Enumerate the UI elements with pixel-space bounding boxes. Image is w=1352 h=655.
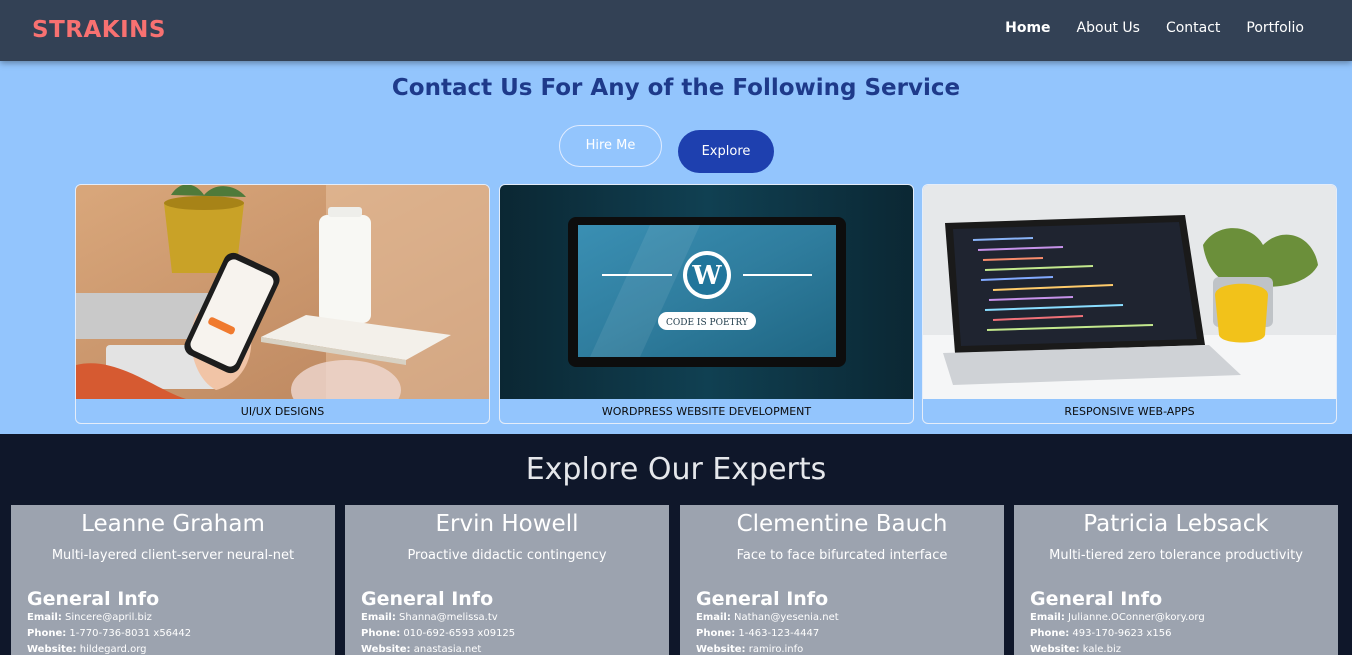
expert-phone-row: Phone: 010-692-6593 x09125 xyxy=(361,628,515,639)
expert-phone: 1-463-123-4447 xyxy=(738,628,820,639)
expert-card[interactable]: Patricia Lebsack Multi-tiered zero toler… xyxy=(1014,505,1338,655)
expert-tagline: Multi-tiered zero tolerance productivity xyxy=(1049,548,1303,563)
expert-website-row: Website: kale.biz xyxy=(1030,644,1121,655)
website-label: Website: xyxy=(27,644,77,655)
brand-logo[interactable]: STRAKINS xyxy=(32,17,166,43)
expert-email[interactable]: Sincere@april.biz xyxy=(65,612,152,623)
expert-phone: 493-170-9623 x156 xyxy=(1072,628,1172,639)
email-label: Email: xyxy=(1030,612,1065,623)
expert-email[interactable]: Julianne.OConner@kory.org xyxy=(1068,612,1205,623)
service-caption: UI/UX DESIGNS xyxy=(240,405,325,418)
service-card-webapps[interactable]: RESPONSIVE WEB-APPS xyxy=(922,184,1337,424)
service-card-wordpress[interactable]: W CODE IS POETRY WORDPRESS WEBSITE DEVEL… xyxy=(499,184,914,424)
top-navbar: STRAKINS Home About Us Contact Portfolio xyxy=(0,0,1352,61)
expert-email[interactable]: Shanna@melissa.tv xyxy=(399,612,498,623)
expert-website[interactable]: kale.biz xyxy=(1083,644,1121,655)
expert-website-row: Website: anastasia.net xyxy=(361,644,481,655)
expert-email-row: Email: Julianne.OConner@kory.org xyxy=(1030,612,1205,623)
expert-email-row: Email: Shanna@melissa.tv xyxy=(361,612,498,623)
experts-title: Explore Our Experts xyxy=(525,452,827,487)
phone-label: Phone: xyxy=(27,628,67,639)
expert-tagline: Multi-layered client-server neural-net xyxy=(51,548,295,563)
hire-me-button[interactable]: Hire Me xyxy=(559,125,662,167)
expert-phone-row: Phone: 493-170-9623 x156 xyxy=(1030,628,1171,639)
expert-name: Clementine Bauch xyxy=(736,511,948,537)
expert-name: Leanne Graham xyxy=(81,511,265,537)
svg-text:W: W xyxy=(691,261,722,291)
expert-name: Ervin Howell xyxy=(435,511,579,537)
website-label: Website: xyxy=(361,644,411,655)
service-caption: WORDPRESS WEBSITE DEVELOPMENT xyxy=(601,405,812,418)
general-info-heading: General Info xyxy=(696,588,829,610)
nav-contact-link[interactable]: Contact xyxy=(1166,20,1220,36)
expert-card[interactable]: Leanne Graham Multi-layered client-serve… xyxy=(11,505,335,655)
expert-website-row: Website: hildegard.org xyxy=(27,644,146,655)
uiux-image xyxy=(76,185,489,399)
expert-email[interactable]: Nathan@yesenia.net xyxy=(734,612,839,623)
general-info-heading: General Info xyxy=(1030,588,1163,610)
webapps-image xyxy=(923,185,1336,399)
website-label: Website: xyxy=(1030,644,1080,655)
expert-website[interactable]: hildegard.org xyxy=(80,644,147,655)
nav-portfolio-link[interactable]: Portfolio xyxy=(1246,20,1304,36)
expert-card[interactable]: Ervin Howell Proactive didactic continge… xyxy=(345,505,669,655)
expert-email-row: Email: Sincere@april.biz xyxy=(27,612,152,623)
general-info-heading: General Info xyxy=(27,588,160,610)
expert-phone-row: Phone: 1-770-736-8031 x56442 xyxy=(27,628,191,639)
email-label: Email: xyxy=(27,612,62,623)
service-card-uiux[interactable]: UI/UX DESIGNS xyxy=(75,184,490,424)
expert-card[interactable]: Clementine Bauch Face to face bifurcated… xyxy=(680,505,1004,655)
expert-website-row: Website: ramiro.info xyxy=(696,644,803,655)
expert-website[interactable]: ramiro.info xyxy=(749,644,804,655)
nav-about-link[interactable]: About Us xyxy=(1077,20,1140,36)
general-info-heading: General Info xyxy=(361,588,494,610)
phone-label: Phone: xyxy=(361,628,401,639)
services-hero: Contact Us For Any of the Following Serv… xyxy=(0,61,1352,434)
phone-label: Phone: xyxy=(696,628,736,639)
expert-website[interactable]: anastasia.net xyxy=(414,644,482,655)
nav-home-link[interactable]: Home xyxy=(1005,20,1050,36)
service-caption: RESPONSIVE WEB-APPS xyxy=(1064,405,1195,418)
expert-phone-row: Phone: 1-463-123-4447 xyxy=(696,628,819,639)
expert-name: Patricia Lebsack xyxy=(1083,511,1269,537)
expert-tagline: Proactive didactic contingency xyxy=(407,548,607,563)
email-label: Email: xyxy=(361,612,396,623)
wordpress-image: W CODE IS POETRY xyxy=(500,185,913,399)
expert-email-row: Email: Nathan@yesenia.net xyxy=(696,612,839,623)
website-label: Website: xyxy=(696,644,746,655)
email-label: Email: xyxy=(696,612,731,623)
hero-title: Contact Us For Any of the Following Serv… xyxy=(391,75,961,101)
wp-badge-text: CODE IS POETRY xyxy=(666,318,749,328)
expert-phone: 1-770-736-8031 x56442 xyxy=(69,628,192,639)
phone-label: Phone: xyxy=(1030,628,1070,639)
expert-phone: 010-692-6593 x09125 xyxy=(403,628,516,639)
expert-tagline: Face to face bifurcated interface xyxy=(736,548,948,563)
explore-button[interactable]: Explore xyxy=(678,130,774,173)
main-nav: Home About Us Contact Portfolio xyxy=(1005,20,1304,36)
